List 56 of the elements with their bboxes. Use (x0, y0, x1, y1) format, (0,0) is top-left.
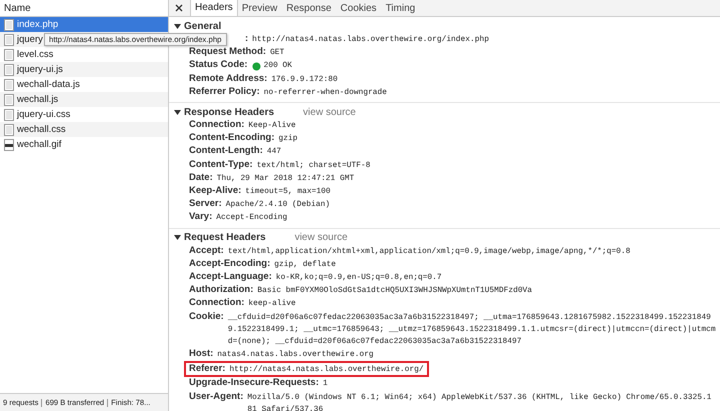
header-name: User-Agent: (189, 390, 244, 403)
header-name: Remote Address: (189, 72, 268, 85)
header-name: Keep-Alive: (189, 185, 242, 198)
header-name: Status Code: (189, 59, 248, 72)
document-icon (4, 48, 14, 60)
tab[interactable]: Response (282, 0, 336, 16)
header-name: Date: (189, 172, 213, 184)
document-icon (4, 34, 14, 46)
column-header[interactable]: Name (4, 2, 31, 14)
header-name: Server: (189, 198, 222, 210)
header-name: Connection: (189, 297, 244, 310)
header-name: Content-Encoding: (189, 132, 274, 144)
request-item[interactable]: wechall.js (0, 92, 168, 107)
section-title[interactable]: Response Headers (184, 106, 274, 118)
request-item[interactable]: level.css (0, 47, 168, 62)
header-name: Content-Type: (189, 158, 253, 171)
request-item[interactable]: jquery-ui.js (0, 62, 168, 77)
header-name: Referrer Policy: (189, 86, 260, 98)
view-source-link[interactable]: view source (294, 232, 348, 244)
collapse-triangle-icon[interactable] (174, 22, 181, 30)
request-item[interactable]: wechall.css (0, 122, 168, 137)
header-name: Cookie: (189, 310, 224, 323)
request-item[interactable]: wechall.gif (0, 137, 168, 152)
header-name: Content-Length: (189, 145, 263, 158)
collapse-triangle-icon[interactable] (174, 108, 181, 116)
section-title[interactable]: Request Headers (184, 232, 266, 244)
document-icon (4, 124, 14, 136)
header-name: Referer: (189, 363, 226, 374)
request-item[interactable]: wechall-data.js (0, 77, 168, 92)
header-name: Upgrade-Insecure-Requests: (189, 377, 319, 390)
tab[interactable]: Headers (190, 0, 238, 16)
tab[interactable]: Preview (238, 0, 282, 16)
status-dot-icon (252, 62, 261, 70)
document-icon (4, 64, 14, 76)
close-icon[interactable] (175, 4, 183, 12)
collapse-triangle-icon[interactable] (174, 234, 181, 242)
tab[interactable]: Timing (382, 0, 420, 16)
header-name: Accept-Encoding: (189, 258, 270, 270)
header-name: Authorization: (189, 284, 254, 296)
document-icon (4, 18, 14, 30)
view-source-link[interactable]: view source (303, 106, 356, 118)
tab[interactable]: Cookies (336, 0, 382, 16)
document-icon (4, 78, 14, 90)
header-name: Accept-Language: (189, 271, 272, 284)
request-item[interactable]: jquery-ui.css (0, 107, 168, 122)
header-name: Request Method: (189, 46, 266, 58)
document-icon (4, 108, 14, 120)
request-item[interactable]: index.php (0, 17, 168, 32)
document-icon (4, 94, 14, 106)
header-name: : (245, 33, 248, 46)
image-file-icon (4, 138, 14, 150)
header-name: Host: (189, 348, 214, 360)
header-name: Accept: (189, 244, 224, 257)
header-name: Connection: (189, 119, 244, 132)
header-name: Vary: (189, 211, 212, 224)
section-title[interactable]: General (184, 20, 222, 32)
